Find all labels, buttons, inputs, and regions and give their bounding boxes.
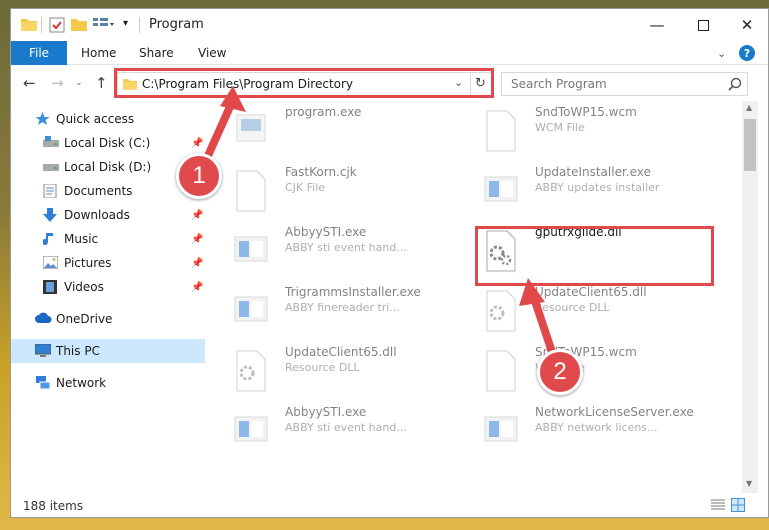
arrow-to-address bbox=[203, 98, 237, 160]
annotation-arrows bbox=[203, 86, 556, 354]
arrowhead-address bbox=[220, 86, 246, 112]
callout-step-1: 1 bbox=[176, 153, 222, 199]
callout-step-2: 2 bbox=[537, 349, 583, 395]
arrowhead-file bbox=[519, 278, 545, 306]
